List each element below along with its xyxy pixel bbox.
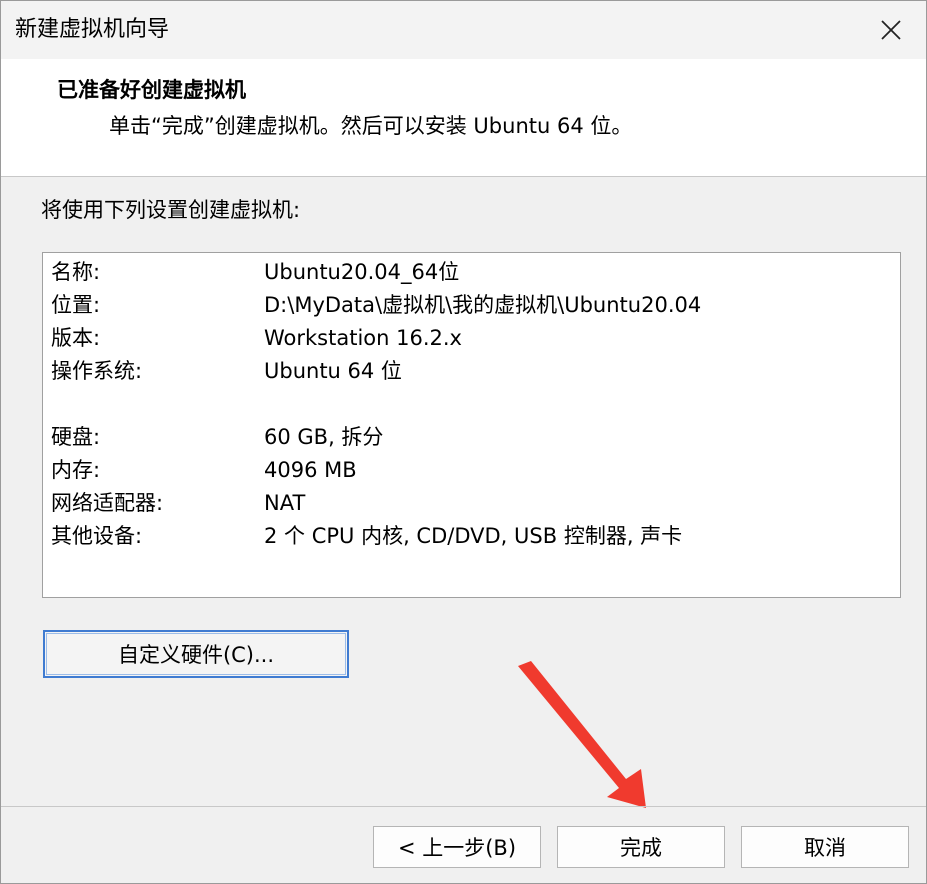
cancel-button[interactable]: 取消 (741, 826, 909, 868)
summary-value: 4096 MB (264, 458, 357, 482)
customize-hardware-button[interactable]: 自定义硬件(C)... (43, 630, 349, 678)
summary-value: NAT (264, 491, 306, 515)
summary-value: D:\MyData\虚拟机\我的虚拟机\Ubuntu20.04 (264, 293, 702, 317)
summary-key: 操作系统: (51, 359, 143, 383)
summary-key: 其他设备: (51, 524, 143, 548)
summary-key: 版本: (51, 326, 101, 350)
summary-key: 内存: (51, 458, 101, 482)
finish-button[interactable]: 完成 (557, 826, 725, 868)
summary-value: 60 GB, 拆分 (264, 425, 384, 449)
settings-summary-box: 名称: Ubuntu20.04_64位 位置: D:\MyData\虚拟机\我的… (42, 252, 901, 598)
summary-value: Ubuntu 64 位 (264, 359, 402, 383)
summary-value: Workstation 16.2.x (264, 326, 462, 350)
summary-key: 硬盘: (51, 425, 101, 449)
summary-value: Ubuntu20.04_64位 (264, 260, 460, 284)
back-button[interactable]: < 上一步(B) (373, 826, 541, 868)
summary-value: 2 个 CPU 内核, CD/DVD, USB 控制器, 声卡 (264, 524, 683, 548)
summary-key: 网络适配器: (51, 491, 164, 515)
settings-intro: 将使用下列设置创建虚拟机: (41, 198, 301, 222)
header-title: 已准备好创建虚拟机 (57, 78, 246, 102)
header-subtitle: 单击“完成”创建虚拟机。然后可以安装 Ubuntu 64 位。 (109, 114, 633, 138)
header-panel: 已准备好创建虚拟机 单击“完成”创建虚拟机。然后可以安装 Ubuntu 64 位… (1, 59, 926, 177)
footer-divider (1, 806, 926, 807)
summary-key: 名称: (51, 260, 101, 284)
window-title: 新建虚拟机向导 (15, 17, 170, 42)
close-button[interactable] (856, 1, 926, 59)
summary-key: 位置: (51, 293, 101, 317)
arrow-icon (518, 661, 646, 808)
title-bar: 新建虚拟机向导 (1, 1, 926, 59)
wizard-window: 新建虚拟机向导 已准备好创建虚拟机 单击“完成”创建虚拟机。然后可以安装 Ubu… (0, 0, 927, 884)
close-icon (881, 20, 901, 40)
